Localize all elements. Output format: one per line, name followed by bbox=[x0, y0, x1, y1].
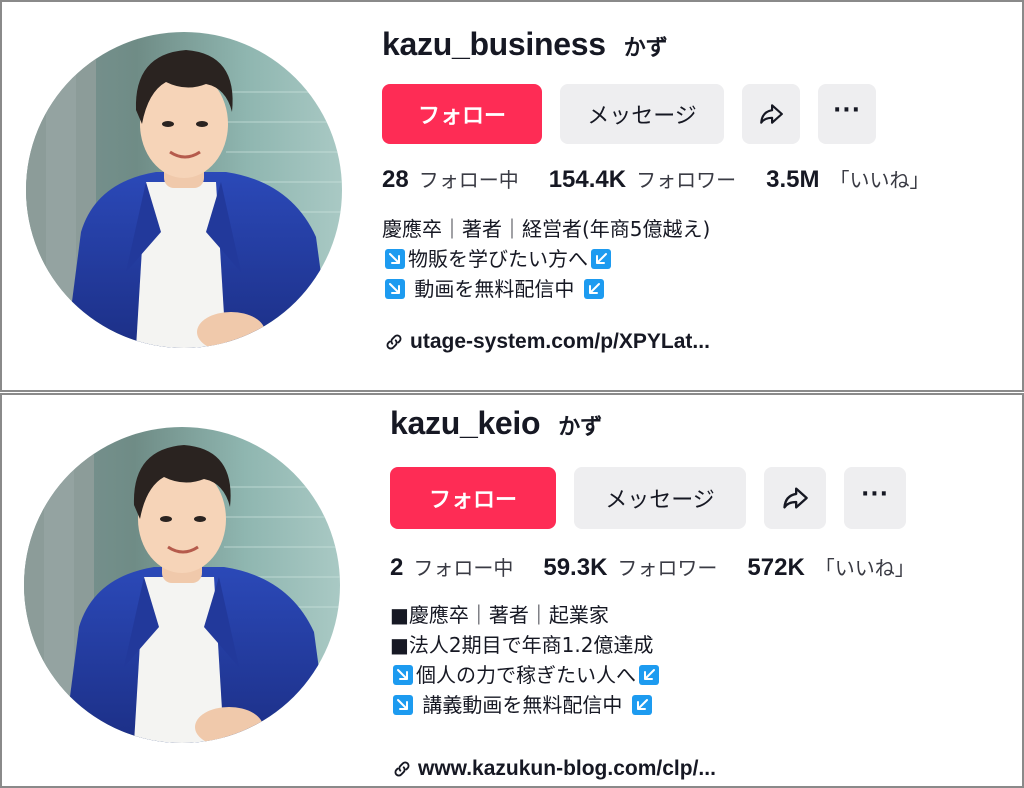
follow-button[interactable]: フォロー bbox=[390, 467, 556, 529]
stat-value: 3.5M bbox=[766, 166, 820, 193]
stats-row: 28 フォロー中 154.4K フォロワー 3.5M 「いいね」 bbox=[382, 164, 929, 194]
stat-followers[interactable]: 59.3K フォロワー bbox=[543, 552, 717, 582]
profile-link[interactable]: utage-system.com/p/XPYLat... bbox=[384, 330, 710, 354]
action-buttons: フォロー メッセージ ··· bbox=[382, 84, 876, 144]
link-text[interactable]: www.kazukun-blog.com/clp/... bbox=[418, 757, 716, 781]
stat-likes: 3.5M 「いいね」 bbox=[766, 164, 929, 194]
more-button[interactable]: ··· bbox=[818, 84, 876, 144]
link-icon bbox=[392, 759, 412, 779]
more-button[interactable]: ··· bbox=[844, 467, 906, 529]
bio-text: ■慶應卒｜著者｜起業家 bbox=[390, 603, 609, 627]
bio-line: 動画を無料配信中 bbox=[382, 274, 710, 304]
arrow-down-right-icon bbox=[385, 249, 405, 269]
stat-following[interactable]: 28 フォロー中 bbox=[382, 164, 519, 194]
arrow-down-left-icon bbox=[583, 279, 604, 299]
link-icon bbox=[384, 332, 404, 352]
username: kazu_keio bbox=[390, 405, 541, 441]
stat-label: 「いいね」 bbox=[814, 556, 915, 580]
bio-text: 慶應卒｜著者｜経営者(年商5億越え) bbox=[382, 217, 711, 241]
share-icon bbox=[758, 101, 784, 127]
share-icon bbox=[781, 484, 809, 512]
bio-line: 講義動画を無料配信中 bbox=[390, 690, 662, 720]
arrow-down-left-icon bbox=[631, 695, 652, 715]
bio-line: ■慶應卒｜著者｜起業家 bbox=[390, 600, 662, 630]
stat-value: 59.3K bbox=[543, 554, 608, 581]
arrow-down-left-icon bbox=[639, 665, 659, 685]
stat-value: 154.4K bbox=[548, 166, 627, 193]
profile-card-kazu-keio: kazu_keio かず フォロー メッセージ ··· 2 フォロー中 59.3… bbox=[0, 393, 1024, 788]
arrow-down-right-icon bbox=[393, 665, 413, 685]
bio-line: ■法人2期目で年商1.2億達成 bbox=[390, 630, 662, 660]
stat-following[interactable]: 2 フォロー中 bbox=[390, 552, 513, 582]
stat-label: フォロワー bbox=[636, 168, 737, 192]
bio: ■慶應卒｜著者｜起業家 ■法人2期目で年商1.2億達成 個人の力で稼ぎたい人へ … bbox=[390, 600, 662, 720]
bio-line: 物販を学びたい方へ bbox=[382, 244, 710, 274]
profile-link[interactable]: www.kazukun-blog.com/clp/... bbox=[392, 757, 716, 781]
stat-label: フォロー中 bbox=[413, 556, 514, 580]
arrow-down-right-icon bbox=[393, 695, 413, 715]
name-row: kazu_business かず bbox=[382, 26, 668, 63]
more-icon: ··· bbox=[832, 97, 862, 123]
stats-row: 2 フォロー中 59.3K フォロワー 572K 「いいね」 bbox=[390, 552, 915, 582]
nickname: かず bbox=[558, 415, 603, 440]
bio-text: 講義動画を無料配信中 bbox=[416, 693, 629, 717]
bio-line: 個人の力で稼ぎたい人へ bbox=[390, 660, 662, 690]
stat-likes: 572K 「いいね」 bbox=[747, 552, 914, 582]
more-icon: ··· bbox=[860, 481, 890, 507]
profile-card-kazu-business: kazu_business かず フォロー メッセージ ··· 28 フォロー中… bbox=[0, 0, 1024, 392]
message-button[interactable]: メッセージ bbox=[574, 467, 746, 529]
name-row: kazu_keio かず bbox=[390, 405, 602, 442]
avatar[interactable] bbox=[24, 427, 340, 743]
message-button[interactable]: メッセージ bbox=[560, 84, 724, 144]
username: kazu_business bbox=[382, 26, 606, 62]
stat-value: 28 bbox=[382, 166, 409, 193]
stat-label: フォロワー bbox=[617, 556, 718, 580]
bio-text: 動画を無料配信中 bbox=[408, 277, 581, 301]
bio-text: 個人の力で稼ぎたい人へ bbox=[416, 663, 636, 687]
avatar[interactable] bbox=[26, 32, 342, 348]
link-text[interactable]: utage-system.com/p/XPYLat... bbox=[410, 330, 710, 354]
stat-followers[interactable]: 154.4K フォロワー bbox=[549, 164, 736, 194]
bio: 慶應卒｜著者｜経営者(年商5億越え) 物販を学びたい方へ 動画を無料配信中 bbox=[382, 214, 710, 304]
arrow-down-right-icon bbox=[385, 279, 405, 299]
nickname: かず bbox=[623, 36, 668, 61]
share-button[interactable] bbox=[742, 84, 800, 144]
bio-line: 慶應卒｜著者｜経営者(年商5億越え) bbox=[382, 214, 710, 244]
bio-text: ■法人2期目で年商1.2億達成 bbox=[390, 633, 654, 657]
stat-value: 572K bbox=[747, 554, 805, 581]
arrow-down-left-icon bbox=[591, 249, 611, 269]
stat-label: 「いいね」 bbox=[829, 168, 930, 192]
bio-text: 物販を学びたい方へ bbox=[408, 247, 588, 271]
action-buttons: フォロー メッセージ ··· bbox=[390, 467, 906, 529]
share-button[interactable] bbox=[764, 467, 826, 529]
stat-label: フォロー中 bbox=[418, 168, 519, 192]
follow-button[interactable]: フォロー bbox=[382, 84, 542, 144]
stat-value: 2 bbox=[390, 554, 404, 581]
